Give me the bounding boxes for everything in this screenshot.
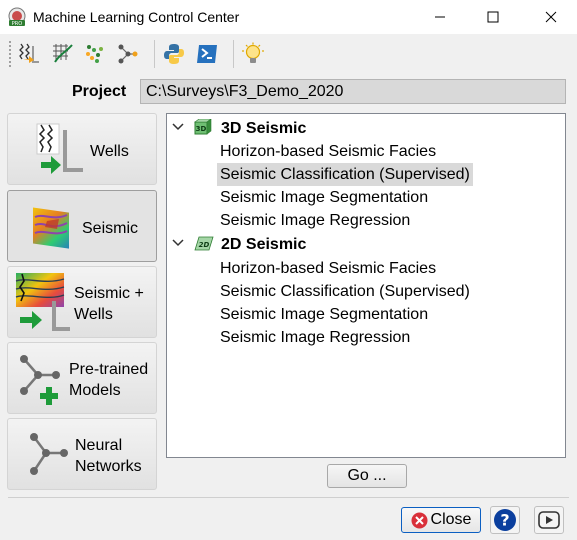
tree-item-label: Seismic Image Segmentation	[220, 189, 429, 206]
tree-item-label: Seismic Image Regression	[220, 212, 411, 229]
tips-button[interactable]	[240, 39, 266, 69]
neural-network-icon	[30, 433, 68, 475]
tree-item-label: Horizon-based Seismic Facies	[220, 260, 437, 277]
grid-horizon-icon	[53, 44, 73, 63]
well-logs-icon	[19, 43, 39, 63]
wells-icon	[36, 123, 83, 174]
sidebar-seismic-label: Seismic	[82, 220, 139, 237]
svg-text:?: ?	[500, 511, 509, 530]
close-icon	[545, 11, 557, 23]
seismic-wells-icon	[15, 273, 70, 331]
title-bar: PRO Machine Learning Control Center	[0, 0, 577, 34]
powershell-button[interactable]	[194, 39, 220, 69]
2d-badge: 2D	[199, 241, 210, 249]
close-circle-icon	[411, 512, 428, 528]
toolbar-grip[interactable]	[8, 40, 12, 68]
chevron-down-icon[interactable]	[171, 120, 185, 134]
tree-item-label: Seismic Image Regression	[220, 329, 411, 346]
sidebar-wells-label: Wells	[90, 143, 129, 160]
sidebar-neural-networks-button[interactable]: Neural Networks	[7, 418, 157, 490]
sidebar-pretrained-label-line2: Models	[69, 382, 121, 399]
tree-item-2d-image-regression[interactable]: Seismic Image Regression	[167, 326, 565, 349]
sidebar-pretrained-label-line1: Pre-trained	[69, 361, 149, 378]
tree-group-label: 2D Seismic	[221, 236, 307, 253]
2d-seismic-icon: 2D	[194, 236, 214, 251]
lightbulb-icon	[242, 42, 264, 63]
tree-item-label: Seismic Image Segmentation	[220, 306, 429, 323]
tree-group-label: 3D Seismic	[221, 120, 307, 137]
tree-item-2d-horizon-facies[interactable]: Horizon-based Seismic Facies	[167, 257, 565, 280]
tree-item-2d-classification-supervised[interactable]: Seismic Classification (Supervised)	[167, 280, 565, 303]
3d-badge: 3D	[196, 125, 207, 133]
crossplot-tool-button[interactable]	[82, 39, 108, 69]
help-button[interactable]: ?	[490, 506, 520, 534]
network-tool-button[interactable]	[115, 39, 141, 69]
help-icon: ?	[494, 509, 516, 531]
tree-item-label: Seismic Classification (Supervised)	[220, 283, 470, 300]
tree-item-3d-image-regression[interactable]: Seismic Image Regression	[167, 209, 565, 232]
tree-item-3d-image-segmentation[interactable]: Seismic Image Segmentation	[167, 186, 565, 209]
tree-item-label: Seismic Classification (Supervised)	[217, 163, 473, 186]
toolbar-separator	[154, 40, 155, 68]
sidebar-seismic-wells-label-line1: Seismic +	[74, 285, 144, 302]
project-label: Project	[72, 83, 127, 100]
video-tutorial-button[interactable]	[534, 506, 564, 534]
seismic-section-icon	[33, 207, 69, 249]
project-row: Project C:\Surveys\F3_Demo_2020	[0, 79, 577, 105]
sidebar-wells-button[interactable]: Wells	[7, 113, 157, 185]
window-title: Machine Learning Control Center	[33, 9, 240, 25]
close-button-label: Close	[430, 511, 472, 528]
sidebar-pretrained-models-button[interactable]: Pre-trained Models	[7, 342, 157, 414]
maximize-button[interactable]	[470, 0, 516, 34]
tree-group-2d-seismic[interactable]: 2D 2D Seismic	[167, 233, 565, 256]
sidebar-neural-label-line1: Neural	[75, 437, 123, 454]
minimize-icon	[435, 16, 445, 18]
chevron-down-icon[interactable]	[171, 236, 185, 250]
app-badge: PRO	[12, 21, 22, 27]
close-window-button[interactable]	[528, 0, 574, 34]
tree-item-2d-image-segmentation[interactable]: Seismic Image Segmentation	[167, 303, 565, 326]
horizon-grid-tool-button[interactable]	[49, 39, 75, 69]
sidebar-neural-label-line2: Networks	[75, 458, 142, 475]
scatter-points-icon	[86, 45, 103, 63]
tree-group-3d-seismic[interactable]: 3D 3D Seismic	[167, 117, 565, 140]
workflow-tree[interactable]: 3D 3D Seismic Horizon-based Seismic Faci…	[166, 113, 566, 458]
close-button[interactable]: Close	[401, 507, 481, 533]
go-button[interactable]: Go ...	[327, 464, 407, 488]
network-nodes-icon	[118, 44, 138, 64]
sidebar-seismic-wells-label-line2: Wells	[74, 306, 113, 323]
sidebar-seismic-button[interactable]: Seismic	[7, 190, 157, 262]
python-icon	[164, 44, 184, 64]
terminal-icon	[197, 45, 217, 63]
maximize-icon	[487, 11, 499, 23]
footer-divider	[8, 497, 569, 498]
toolbar-separator	[233, 40, 234, 68]
tree-item-3d-horizon-facies[interactable]: Horizon-based Seismic Facies	[167, 140, 565, 163]
app-logo-icon: PRO	[8, 7, 26, 27]
minimize-button[interactable]	[417, 0, 463, 34]
pretrained-network-icon	[20, 355, 60, 405]
tree-item-label: Horizon-based Seismic Facies	[220, 143, 437, 160]
wells-tool-button[interactable]	[16, 39, 42, 69]
python-button[interactable]	[161, 39, 187, 69]
sidebar-seismic-wells-button[interactable]: Seismic + Wells	[7, 266, 157, 338]
video-play-icon	[538, 511, 560, 529]
tree-item-3d-classification-supervised[interactable]: Seismic Classification (Supervised)	[167, 163, 565, 186]
3d-seismic-icon: 3D	[194, 119, 212, 135]
project-path-field: C:\Surveys\F3_Demo_2020	[140, 79, 566, 104]
toolbar	[0, 36, 577, 72]
